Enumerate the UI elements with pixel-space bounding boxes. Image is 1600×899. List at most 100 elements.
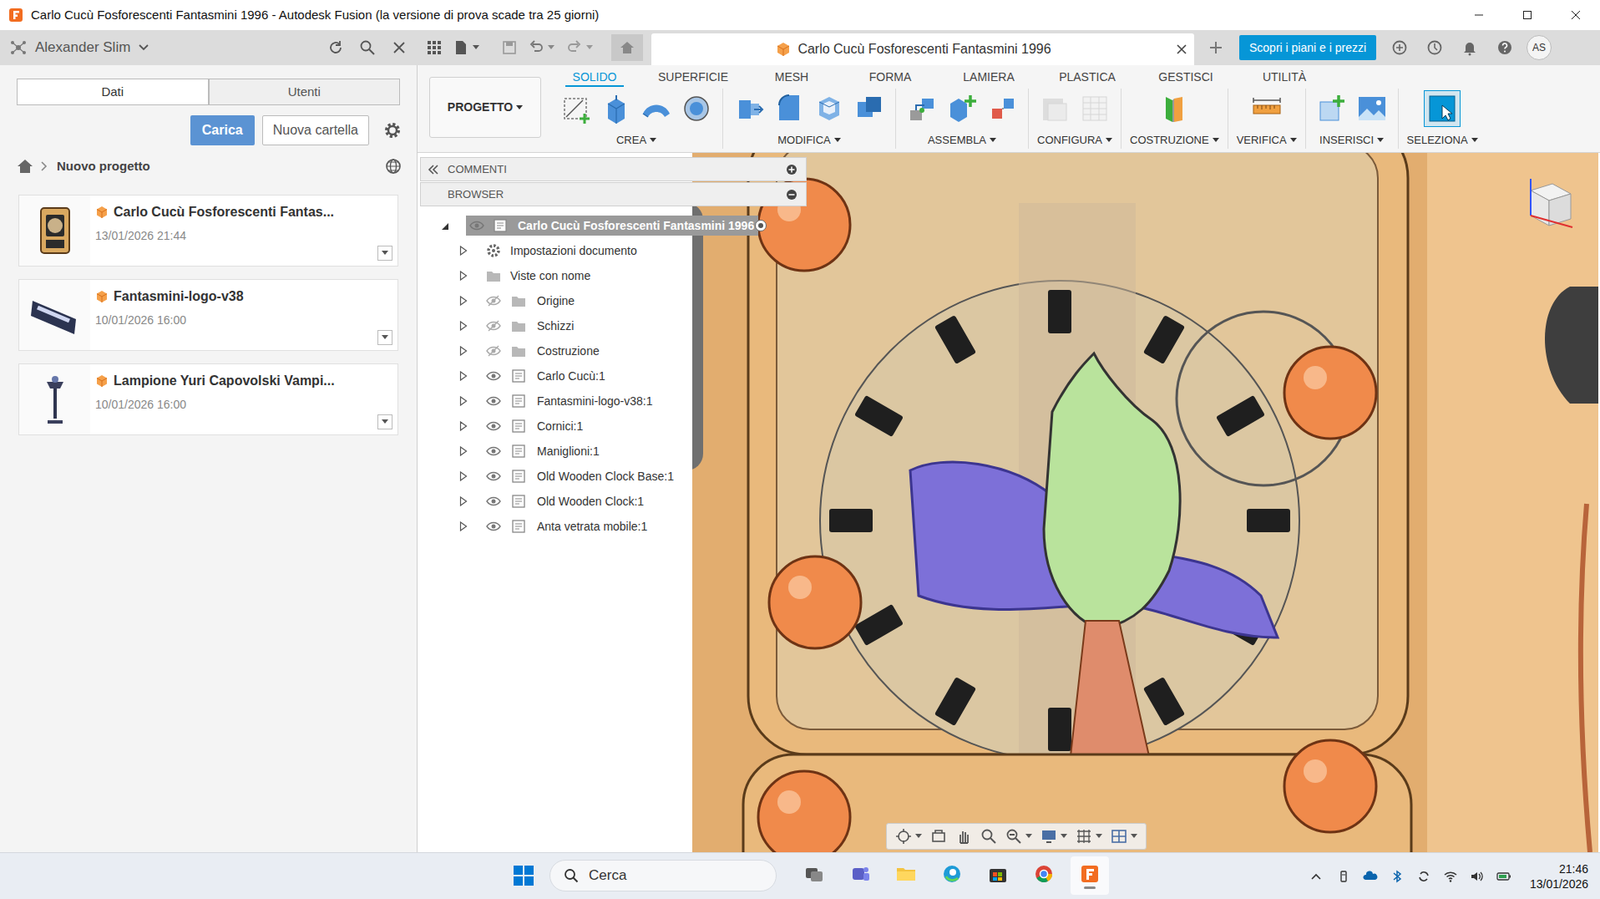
workspace-tab[interactable]: SUPERFICIE — [643, 68, 743, 87]
workspace-tab-label[interactable]: LAMIERA — [962, 68, 1014, 86]
browser-item-label[interactable]: Impostazioni documento — [510, 242, 638, 260]
tool-button[interactable] — [598, 91, 634, 127]
clock[interactable]: 21:4613/01/2026 — [1529, 860, 1589, 892]
browser-item-label[interactable]: Viste con nome — [510, 267, 591, 285]
browser-item[interactable]: Costruzione — [417, 338, 811, 364]
expand-toggle[interactable] — [459, 470, 468, 482]
taskbar-app[interactable] — [932, 855, 972, 895]
zoom-fit-button[interactable] — [1005, 827, 1033, 845]
expand-toggle[interactable] — [459, 445, 468, 456]
tool-button[interactable] — [904, 91, 940, 127]
expand-toggle[interactable] — [459, 295, 468, 306]
browser-item[interactable]: Anta vetrata mobile:1 — [417, 513, 811, 539]
volume-tray-button[interactable] — [1469, 868, 1485, 884]
browser-label[interactable]: BROWSER — [447, 186, 504, 203]
tool-group-menu[interactable]: COSTRUZIONE — [1129, 131, 1220, 149]
viewport[interactable]: COMMENTIBROWSERCarlo Cucù Fosforescenti … — [417, 152, 1600, 852]
document-tab-label[interactable]: Carlo Cucù Fosforescenti Fantasmini 1996 — [797, 39, 1051, 60]
browser-item[interactable]: Maniglioni:1 — [417, 438, 811, 464]
panel-tab-label[interactable]: Utenti — [288, 82, 321, 102]
new-folder-label[interactable]: Nuova cartella — [273, 120, 359, 141]
zoom-button[interactable] — [980, 827, 998, 845]
activate-button[interactable] — [754, 218, 768, 233]
browser-item[interactable]: Old Wooden Clock:1 — [417, 488, 811, 514]
file-name[interactable]: Carlo Cucù Fosforescenti Fantas... — [113, 202, 335, 223]
visibility-toggle[interactable] — [469, 219, 485, 232]
usb-tray-button[interactable] — [1336, 868, 1352, 884]
taskbar-search[interactable]: Cerca — [549, 859, 777, 892]
maximize-button[interactable] — [1503, 0, 1552, 31]
workspace-tab-label[interactable]: SUPERFICIE — [658, 68, 729, 86]
browser-item[interactable]: Impostazioni documento — [417, 237, 811, 264]
close-button[interactable] — [1551, 0, 1600, 31]
visibility-toggle[interactable] — [486, 495, 502, 507]
tool-button[interactable] — [1156, 91, 1192, 127]
browser-item-label[interactable]: Old Wooden Clock Base:1 — [536, 467, 674, 486]
panel-tab[interactable]: Dati — [16, 78, 209, 106]
tool-button[interactable] — [1077, 91, 1113, 127]
sync-tray-button[interactable] — [1416, 868, 1432, 884]
taskbar-app[interactable] — [1070, 855, 1109, 895]
tool-group-menu[interactable]: VERIFICA — [1236, 131, 1297, 149]
tool-button[interactable] — [811, 91, 847, 127]
workspace-tab-label[interactable]: FORMA — [869, 68, 912, 86]
panel-tab[interactable]: Utenti — [208, 78, 401, 106]
tool-group-menu[interactable]: CREA — [616, 131, 657, 149]
panel-tab-label[interactable]: Dati — [101, 82, 124, 102]
browser-item-label[interactable]: Carlo Cucù:1 — [536, 367, 606, 385]
visibility-toggle[interactable] — [486, 445, 502, 457]
expand-toggle[interactable] — [459, 395, 468, 406]
notifications-button[interactable] — [1456, 34, 1484, 61]
breadcrumb-label[interactable]: Nuovo progetto — [56, 156, 151, 177]
browser-item[interactable]: Schizzi — [417, 313, 811, 339]
comments-header[interactable]: COMMENTI — [420, 156, 807, 182]
document-tab[interactable]: Carlo Cucù Fosforescenti Fantasmini 1996 — [651, 33, 1195, 66]
job-status-button[interactable] — [1421, 34, 1449, 61]
file-menu-button[interactable] — [377, 245, 393, 261]
visibility-toggle[interactable] — [486, 470, 502, 482]
browser-item-label[interactable]: Costruzione — [536, 342, 600, 360]
upload-label[interactable]: Carica — [202, 120, 244, 141]
tool-group-label[interactable]: SELEZIONA — [1407, 131, 1469, 149]
display-settings-button[interactable] — [1040, 827, 1068, 845]
taskbar-app[interactable] — [794, 855, 834, 895]
visibility-toggle[interactable] — [486, 520, 502, 532]
viewports-button[interactable] — [1110, 827, 1138, 845]
tool-button[interactable] — [1424, 91, 1460, 127]
workspace-tab-label[interactable]: MESH — [774, 68, 809, 86]
account-name[interactable]: Alexander Slim — [35, 36, 131, 59]
visibility-toggle[interactable] — [486, 319, 502, 332]
look-at-button[interactable] — [930, 827, 947, 845]
expand-toggle[interactable] — [459, 245, 468, 256]
expand-toggle[interactable] — [459, 270, 468, 281]
file-name[interactable]: Fantasmini-logo-v38 — [113, 286, 244, 307]
browser-item-label[interactable]: Maniglioni:1 — [536, 442, 600, 461]
expand-toggle[interactable] — [459, 521, 468, 532]
extensions-button[interactable] — [1386, 34, 1413, 61]
visibility-toggle[interactable] — [486, 394, 502, 407]
tool-button[interactable] — [558, 91, 594, 127]
tool-group-label[interactable]: COSTRUZIONE — [1129, 131, 1210, 149]
close-panel-button[interactable] — [385, 34, 413, 61]
settings-button[interactable] — [383, 121, 402, 140]
wifi-tray-button[interactable] — [1443, 868, 1459, 884]
browser-item[interactable]: Old Wooden Clock Base:1 — [417, 463, 811, 489]
taskbar-app[interactable] — [840, 855, 880, 895]
account-menu[interactable]: Alexander Slim — [10, 36, 149, 59]
tool-button[interactable] — [1354, 91, 1390, 127]
tool-button[interactable] — [1037, 91, 1073, 127]
workspace-tab[interactable]: LAMIERA — [939, 68, 1038, 87]
visibility-toggle[interactable] — [486, 294, 502, 307]
apps-grid-button[interactable] — [420, 34, 448, 61]
tool-group-label[interactable]: ASSEMBLA — [927, 131, 987, 149]
onedrive-tray-button[interactable] — [1362, 868, 1378, 884]
show-hidden-tray-button[interactable] — [1309, 868, 1325, 884]
workspace-tab[interactable]: PLASTICA — [1037, 68, 1137, 87]
minimize-button[interactable] — [1454, 0, 1504, 31]
battery-tray-button[interactable] — [1496, 868, 1512, 884]
close-tab-button[interactable] — [1175, 43, 1188, 56]
search-button[interactable] — [354, 34, 381, 61]
visibility-toggle[interactable] — [486, 344, 502, 357]
comments-label[interactable]: COMMENTI — [447, 161, 507, 178]
workspace-tab-label[interactable]: UTILITÀ — [1262, 68, 1307, 86]
